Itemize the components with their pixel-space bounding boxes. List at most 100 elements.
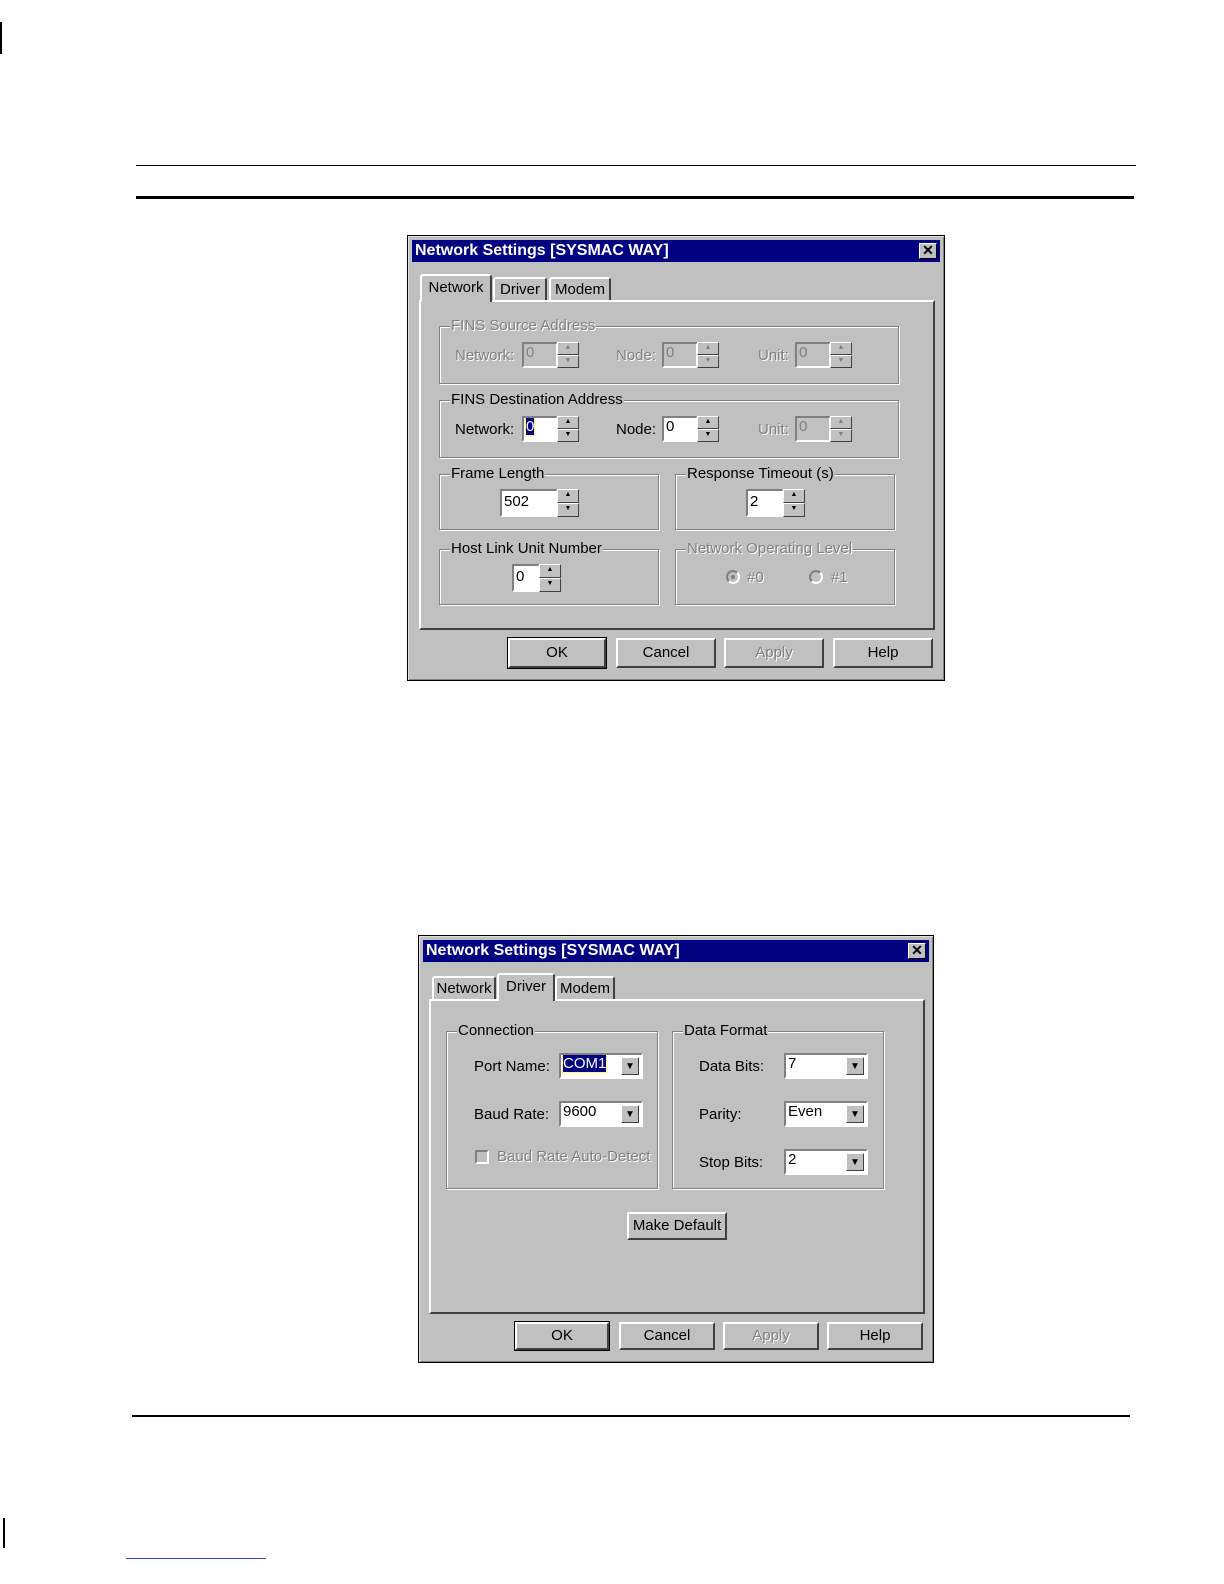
group-title: Frame Length [450,465,546,483]
data-format-group: Data Format Data Bits: 7 ▼ Parity: Even … [672,1022,884,1189]
spin-down-icon[interactable]: ▼ [557,355,579,368]
chevron-down-icon[interactable]: ▼ [621,1105,639,1123]
spin-up-icon[interactable]: ▲ [830,342,852,355]
chevron-down-icon[interactable]: ▼ [621,1057,639,1075]
spin-down-icon[interactable]: ▼ [783,503,805,517]
tab-network[interactable]: Network [432,976,496,1000]
spin-up-icon[interactable]: ▲ [539,564,561,578]
source-network-label: Network: [455,347,515,364]
combo-value: 9600 [563,1103,597,1120]
chevron-down-icon[interactable]: ▼ [846,1153,864,1171]
baud-rate-auto-detect-checkbox[interactable] [475,1150,489,1164]
group-title: Data Format [683,1022,769,1040]
operating-level-1-radio[interactable] [809,570,823,584]
frame-length-input[interactable]: 502 [500,489,558,517]
stop-bits-combo[interactable]: 2 ▼ [784,1149,868,1175]
ok-button[interactable]: OK [507,637,607,669]
tab-modem[interactable]: Modem [549,277,611,301]
network-operating-level-group: Network Operating Level #0 #1 [675,540,895,605]
host-link-unit-input[interactable]: 0 [512,564,540,592]
baud-rate-combo[interactable]: 9600 ▼ [559,1101,643,1127]
dest-node-label: Node: [616,421,657,438]
tab-label: Modem [559,980,611,997]
cancel-button[interactable]: Cancel [619,1322,715,1350]
spin-up-icon[interactable]: ▲ [830,416,852,429]
fins-source-group: FINS Source Address Network: 0 ▲ ▼ Node: … [439,317,899,384]
footer-rule [132,1415,1130,1417]
host-link-unit-group: Host Link Unit Number 0 ▲ ▼ [439,540,659,605]
help-button[interactable]: Help [833,638,933,668]
response-timeout-input[interactable]: 2 [746,489,784,517]
close-icon[interactable]: ✕ [919,243,937,259]
spin-up-icon[interactable]: ▲ [783,489,805,503]
group-title: Network Operating Level [686,540,854,558]
tab-modem[interactable]: Modem [555,976,615,1000]
dialog-title-bar[interactable]: Network Settings [SYSMAC WAY] ✕ [423,940,929,962]
group-title: Host Link Unit Number [450,540,603,558]
dest-unit-spinner[interactable]: ▲ ▼ [830,416,852,442]
network-settings-dialog-network-tab: Network Settings [SYSMAC WAY] ✕ Network … [407,235,945,681]
source-node-spinner[interactable]: ▲ ▼ [697,342,719,368]
group-title: FINS Destination Address [450,391,624,409]
source-node-input[interactable]: 0 [662,342,698,368]
chevron-down-icon[interactable]: ▼ [846,1105,864,1123]
frame-length-group: Frame Length 502 ▲ ▼ [439,465,659,530]
group-title: FINS Source Address [450,317,597,335]
operating-level-1-label: #1 [831,569,848,586]
apply-button[interactable]: Apply [723,1322,819,1350]
source-network-spinner[interactable]: ▲ ▼ [557,342,579,368]
data-bits-label: Data Bits: [699,1058,765,1075]
spin-down-icon[interactable]: ▼ [539,578,561,592]
dest-network-input[interactable]: 0 [522,416,558,442]
chevron-down-icon[interactable]: ▼ [846,1057,864,1075]
dialog-title: Network Settings [SYSMAC WAY] [426,942,680,959]
dest-node-input[interactable]: 0 [662,416,698,442]
spin-up-icon[interactable]: ▲ [697,342,719,355]
spin-up-icon[interactable]: ▲ [557,416,579,429]
port-name-combo[interactable]: COM1 ▼ [559,1053,643,1079]
make-default-button[interactable]: Make Default [627,1212,727,1240]
tab-driver[interactable]: Driver [493,277,547,301]
connection-group: Connection Port Name: COM1 ▼ Baud Rate: … [446,1022,658,1189]
spin-up-icon[interactable]: ▲ [697,416,719,429]
dest-node-spinner[interactable]: ▲ ▼ [697,416,719,442]
operating-level-0-radio[interactable] [726,570,740,584]
source-unit-input[interactable]: 0 [795,342,831,368]
dialog-title-bar[interactable]: Network Settings [SYSMAC WAY] ✕ [412,240,940,262]
spin-down-icon[interactable]: ▼ [697,355,719,368]
source-node-label: Node: [616,347,657,364]
ok-button[interactable]: OK [514,1321,610,1351]
operating-level-0-label: #0 [747,569,764,586]
margin-mark-top [0,22,2,54]
tab-driver[interactable]: Driver [497,973,555,1001]
header-rule-thick [136,196,1134,199]
parity-label: Parity: [699,1106,742,1123]
frame-length-spinner[interactable]: ▲ ▼ [557,489,579,517]
spin-down-icon[interactable]: ▼ [697,429,719,442]
tab-label: Driver [500,281,540,298]
source-network-input[interactable]: 0 [522,342,558,368]
apply-button[interactable]: Apply [724,638,824,668]
dest-network-spinner[interactable]: ▲ ▼ [557,416,579,442]
close-icon[interactable]: ✕ [908,943,926,959]
tab-label: Network [436,980,492,997]
fins-destination-group: FINS Destination Address Network: 0 ▲ ▼ N… [439,391,899,458]
spin-down-icon[interactable]: ▼ [557,429,579,442]
spin-down-icon[interactable]: ▼ [830,429,852,442]
dest-unit-input[interactable]: 0 [795,416,831,442]
cancel-button[interactable]: Cancel [616,638,716,668]
response-timeout-spinner[interactable]: ▲ ▼ [783,489,805,517]
tab-network[interactable]: Network [420,274,492,302]
baud-rate-auto-detect-label: Baud Rate Auto-Detect [497,1148,651,1165]
help-button[interactable]: Help [827,1322,923,1350]
source-unit-spinner[interactable]: ▲ ▼ [830,342,852,368]
spin-down-icon[interactable]: ▼ [557,503,579,517]
data-bits-combo[interactable]: 7 ▼ [784,1053,868,1079]
spin-down-icon[interactable]: ▼ [830,355,852,368]
tab-label: Modem [554,281,606,298]
spin-up-icon[interactable]: ▲ [557,342,579,355]
parity-combo[interactable]: Even ▼ [784,1101,868,1127]
dest-network-label: Network: [455,421,515,438]
host-link-unit-spinner[interactable]: ▲ ▼ [539,564,561,592]
spin-up-icon[interactable]: ▲ [557,489,579,503]
